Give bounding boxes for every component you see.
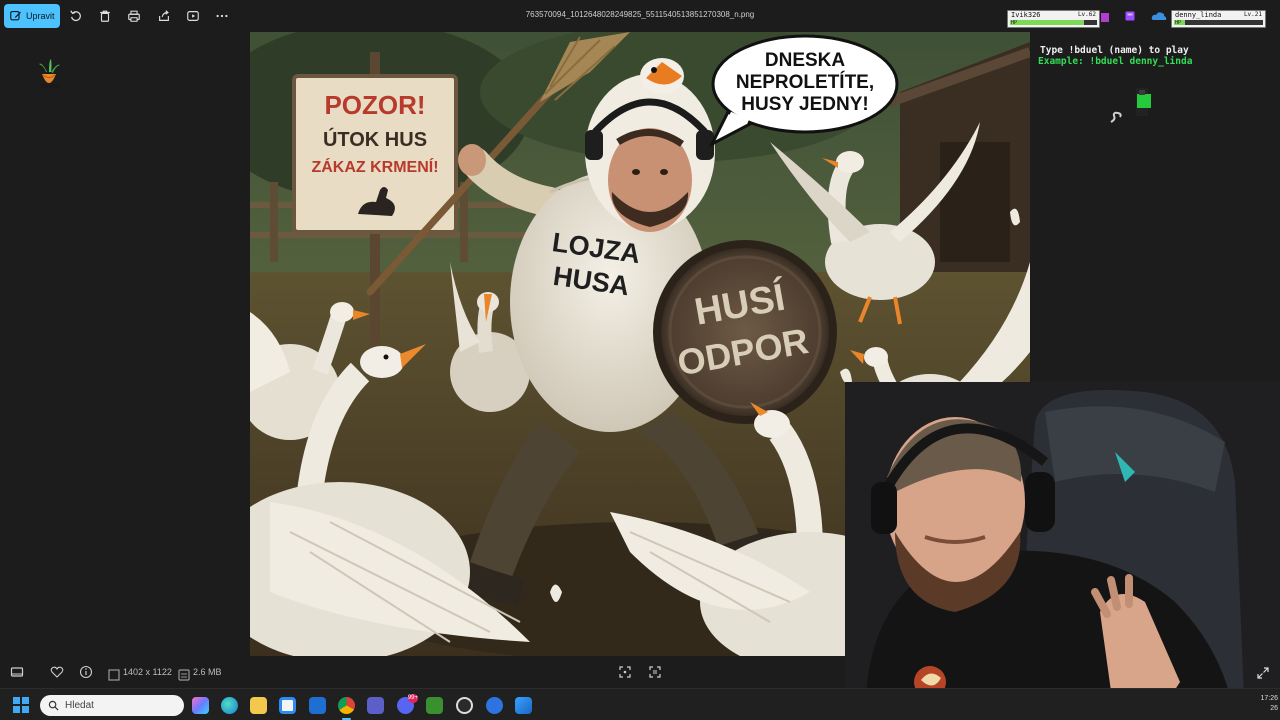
player-1-hp-label: HP	[1011, 20, 1018, 26]
outlook-icon[interactable]	[309, 697, 326, 714]
carrot-mascot-icon	[38, 59, 60, 88]
actual-size-icon[interactable]	[648, 665, 662, 679]
file-explorer-icon[interactable]	[250, 697, 267, 714]
crystal-icon	[1125, 11, 1135, 21]
edge-icon[interactable]	[221, 697, 238, 714]
file-name: 763570094_1012648028249825_5511540513851…	[525, 10, 755, 19]
duel-example: Example: !bduel denny_linda	[1038, 56, 1193, 67]
print-icon[interactable]	[126, 8, 142, 24]
player-2-level: Lv.21	[1243, 11, 1262, 18]
rotate-icon[interactable]	[68, 8, 84, 24]
player-2-hp-bar	[1174, 20, 1263, 25]
taskbar-clock[interactable]: 17:26 26	[1260, 694, 1278, 714]
player-1-sprite-icon	[1101, 13, 1109, 22]
photos-icon[interactable]	[515, 697, 532, 714]
more-icon[interactable]	[214, 8, 230, 24]
file-size: 2.6 MB	[193, 667, 222, 677]
windows-start-icon[interactable]	[13, 697, 29, 713]
player-1-level: Lv.62	[1077, 11, 1096, 18]
clock-date: 26	[1270, 705, 1278, 712]
favorite-heart-icon[interactable]	[50, 665, 64, 679]
player-1-name: Ivik326	[1011, 11, 1041, 19]
filmstrip-icon[interactable]	[10, 665, 24, 679]
player-2-hp-label: HP	[1175, 20, 1182, 26]
speech-line-3: HUSY JEDNY!	[741, 94, 868, 115]
search-placeholder: Hledat	[65, 700, 94, 711]
discord-badge: 99+	[407, 694, 418, 703]
duel-ghost-sprite-icon	[1110, 111, 1122, 123]
player-card-2: denny_linda Lv.21 HP	[1171, 10, 1266, 28]
store-icon[interactable]	[279, 697, 296, 714]
image-dimensions: 1402 x 1122	[123, 667, 172, 677]
fit-to-window-icon[interactable]	[618, 665, 632, 679]
share-icon[interactable]	[156, 8, 172, 24]
windows-taskbar: Hledat 99+	[0, 688, 1280, 720]
speech-line-2: NEPROLETÍTE,	[736, 71, 874, 93]
discord-icon[interactable]: 99+	[397, 694, 418, 714]
app-icon[interactable]	[486, 697, 503, 714]
slideshow-icon[interactable]	[185, 8, 201, 24]
info-icon[interactable]	[79, 665, 93, 679]
player-2-name: denny_linda	[1175, 11, 1222, 19]
edit-icon	[10, 10, 21, 21]
player-card-1: Ivik326 Lv.62 HP	[1007, 10, 1100, 28]
edit-button-label: Upravit	[26, 11, 55, 21]
speech-line-1: DNESKA	[765, 50, 846, 71]
obs-icon[interactable]	[456, 697, 473, 714]
chrome-icon[interactable]	[338, 697, 355, 720]
sign-line-1: POZOR!	[324, 90, 425, 120]
duel-instruction: Type !bduel (name) to play	[1040, 45, 1189, 56]
expand-icon[interactable]	[1256, 666, 1270, 680]
delete-icon[interactable]	[97, 8, 113, 24]
dimensions-icon	[107, 668, 120, 681]
edit-button[interactable]: Upravit	[4, 4, 60, 28]
duel-creature-sprite-icon	[1136, 88, 1151, 116]
onedrive-icon	[1151, 12, 1167, 20]
taskbar-search-box[interactable]: Hledat	[40, 695, 184, 716]
teams-icon[interactable]	[367, 697, 384, 714]
player-1-hp-bar	[1010, 20, 1097, 25]
minecraft-icon[interactable]	[426, 697, 443, 714]
sign-line-2: ÚTOK HUS	[323, 127, 427, 151]
copilot-icon[interactable]	[192, 697, 209, 714]
clock-time: 17:26	[1260, 695, 1278, 702]
image-info-bar	[0, 656, 1280, 688]
shield: HUSÍ ODPOR	[653, 240, 837, 424]
file-size-icon	[177, 668, 190, 681]
search-icon	[48, 700, 59, 711]
sign-line-3: ZÁKAZ KRMENÍ!	[311, 157, 438, 176]
